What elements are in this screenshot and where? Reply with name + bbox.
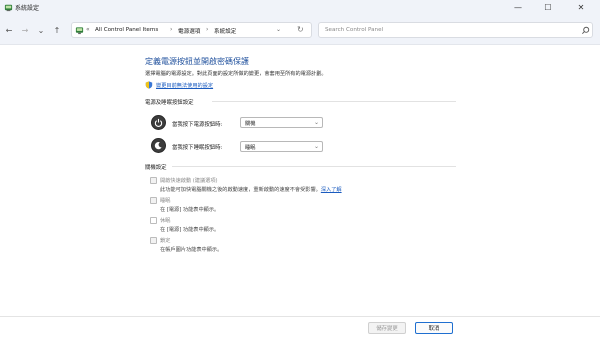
window-title: 系統設定: [15, 5, 40, 12]
back-button[interactable]: ←: [3, 24, 15, 36]
breadcrumb-separator[interactable]: ›: [170, 26, 172, 33]
change-unavailable-settings-link[interactable]: 變更目前無法使用的設定: [156, 82, 213, 89]
search-placeholder: Search Control Panel: [325, 27, 384, 33]
recent-locations-dropdown[interactable]: ⌄: [35, 24, 47, 36]
breadcrumb-separator[interactable]: ›: [206, 26, 208, 33]
fast-startup-description-text: 此功能可加快電腦關機之後的啟動速度，重新啟動的速度不會受影響。: [160, 187, 321, 193]
power-button-label: 當我按下電源按鈕時:: [172, 122, 223, 128]
shutdown-section-divider: [172, 166, 456, 167]
fast-startup-label: 開啟快速啟動 (建議選項): [160, 178, 218, 184]
power-button-icon: [151, 115, 166, 130]
breadcrumb-overflow[interactable]: «: [86, 26, 90, 33]
up-button[interactable]: ↑: [51, 24, 63, 36]
page-title: 定義電源按鈕並開啟密碼保護: [145, 57, 249, 66]
fast-startup-checkbox[interactable]: [150, 177, 157, 184]
title-bar: 系統設定 — ☐ ✕: [0, 0, 600, 15]
cancel-button[interactable]: 取消: [415, 322, 453, 334]
breadcrumb-power-options[interactable]: 電源選項: [178, 27, 200, 35]
footer-bar: 儲存變更 取消: [0, 316, 600, 339]
sleep-label: 睡眠: [160, 198, 171, 204]
search-icon: [582, 26, 590, 34]
hibernate-checkbox[interactable]: [150, 217, 157, 224]
save-changes-button[interactable]: 儲存變更: [368, 322, 406, 334]
power-section-divider: [212, 101, 456, 102]
address-field[interactable]: « All Control Panel Items › 電源選項 › 系統設定 …: [71, 22, 312, 38]
control-panel-icon: [75, 27, 84, 35]
power-button-dropdown[interactable]: 關機 ⌄: [240, 117, 323, 128]
page-description: 選擇電腦的電源設定。對此頁面的設定所做的變更，會套用至所有的電源計劃。: [145, 71, 327, 77]
hibernate-label: 休眠: [160, 218, 171, 224]
sleep-button-value: 睡眠: [245, 145, 256, 151]
chevron-down-icon: ⌄: [313, 119, 319, 126]
lock-description: 在帳戶圖片功能表中顯示。: [160, 247, 223, 253]
minimize-button[interactable]: —: [505, 0, 531, 15]
address-history-dropdown[interactable]: ⌄: [276, 26, 281, 33]
breadcrumb-all-items[interactable]: All Control Panel Items: [95, 27, 158, 33]
learn-more-link[interactable]: 深入了解: [321, 187, 342, 193]
breadcrumb-system-settings[interactable]: 系統設定: [214, 27, 236, 35]
refresh-button[interactable]: ↻: [297, 25, 304, 34]
sleep-checkbox[interactable]: [150, 197, 157, 204]
fast-startup-description: 此功能可加快電腦關機之後的啟動速度，重新啟動的速度不會受影響。深入了解: [160, 186, 342, 193]
sleep-button-label: 當我按下睡眠按鈕時:: [172, 145, 223, 151]
close-button[interactable]: ✕: [568, 0, 594, 15]
sleep-description: 在 [電源] 功能表中顯示。: [160, 207, 220, 213]
main-content: 定義電源按鈕並開啟密碼保護 選擇電腦的電源設定。對此頁面的設定所做的變更，會套用…: [0, 46, 600, 316]
power-section-title: 電源及睡眠按鈕設定: [145, 100, 194, 106]
system-settings-icon: [4, 4, 13, 12]
power-button-value: 關機: [245, 121, 256, 127]
sleep-button-icon: [151, 138, 166, 153]
chevron-down-icon: ⌄: [313, 143, 319, 150]
shield-icon: [145, 81, 153, 89]
shutdown-section-title: 關機設定: [145, 165, 167, 171]
maximize-button[interactable]: ☐: [535, 0, 561, 15]
forward-button[interactable]: →: [19, 24, 31, 36]
lock-checkbox[interactable]: [150, 237, 157, 244]
sleep-button-dropdown[interactable]: 睡眠 ⌄: [240, 141, 323, 152]
lock-label: 鎖定: [160, 238, 171, 244]
search-field[interactable]: Search Control Panel: [318, 22, 593, 38]
hibernate-description: 在 [電源] 功能表中顯示。: [160, 227, 220, 233]
change-settings-row: 變更目前無法使用的設定: [145, 81, 213, 89]
address-toolbar: ← → ⌄ ↑ « All Control Panel Items › 電源選項…: [0, 15, 600, 45]
